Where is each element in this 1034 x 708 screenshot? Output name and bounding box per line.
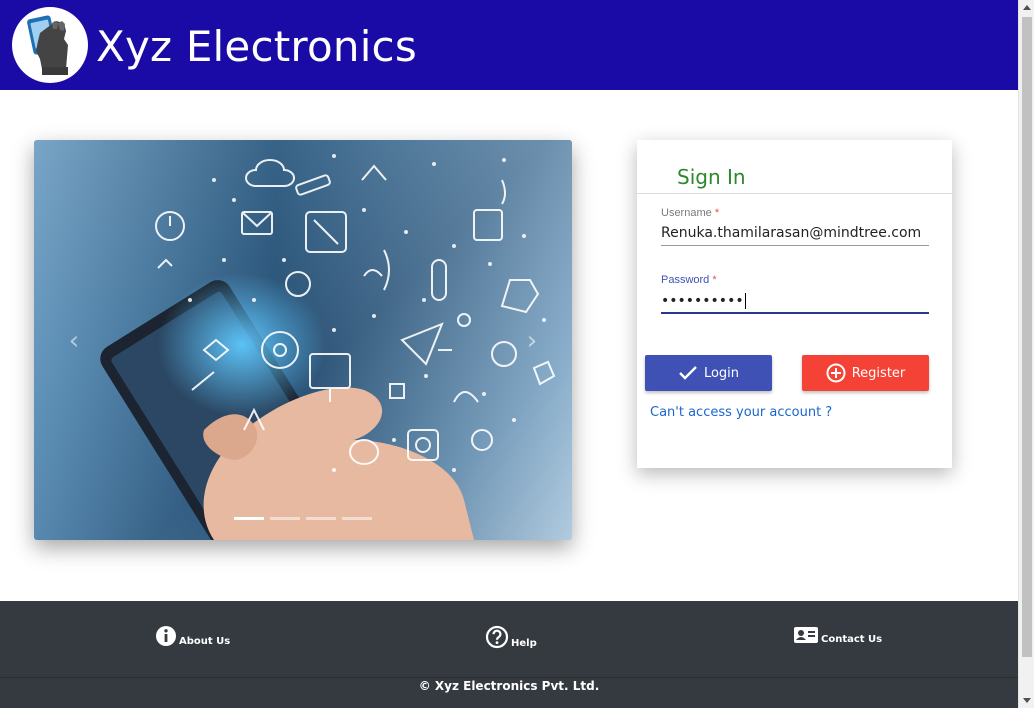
footer-help-label: Help — [511, 638, 537, 649]
password-field[interactable]: •••••••••• — [661, 289, 929, 313]
sign-in-card: Sign In Username * Password * ••••••••••… — [637, 140, 952, 468]
login-button-label: Login — [703, 365, 740, 381]
info-icon — [156, 626, 176, 646]
password-label: Password * — [661, 274, 717, 286]
help-circle-icon — [485, 625, 509, 649]
card-divider — [637, 193, 952, 194]
checkmark-icon — [679, 366, 697, 380]
hand-phone-logo-icon — [27, 15, 68, 75]
footer-contact-link[interactable]: Contact Us — [793, 625, 882, 645]
scrollbar-thumb[interactable] — [1022, 17, 1032, 657]
image-carousel[interactable]: ‹ › — [34, 140, 572, 540]
username-underline — [661, 245, 929, 246]
footer-divider — [0, 677, 1018, 678]
carousel-indicator[interactable] — [306, 517, 336, 520]
contact-card-icon — [794, 627, 818, 643]
carousel-prev-chevron-left-icon[interactable]: ‹ — [60, 326, 88, 356]
password-underline — [661, 312, 929, 314]
plus-circle-icon — [826, 363, 846, 383]
carousel-indicator[interactable] — [270, 517, 300, 520]
register-button-label: Register — [851, 365, 906, 381]
carousel-indicator[interactable] — [342, 517, 372, 520]
forgot-account-link[interactable]: Can't access your account ? — [650, 405, 832, 420]
app-footer: About Us Help Contact Us © Xyz Electroni… — [0, 601, 1018, 708]
brand-title[interactable]: Xyz Electronics — [96, 22, 417, 71]
username-field[interactable] — [661, 221, 929, 245]
footer-about-link[interactable]: About Us — [155, 625, 230, 647]
app-header: Xyz Electronics — [0, 0, 1018, 90]
carousel-next-chevron-right-icon[interactable]: › — [518, 326, 546, 356]
carousel-slide-image — [34, 140, 572, 540]
brand-logo[interactable] — [12, 7, 88, 83]
login-button[interactable]: Login — [645, 355, 772, 391]
register-button[interactable]: Register — [802, 355, 929, 391]
page: Xyz Electronics ‹ › Sign In Username * R… — [0, 0, 1034, 708]
scroll-down-arrow-icon[interactable] — [1023, 698, 1031, 703]
footer-contact-label: Contact Us — [821, 634, 883, 645]
carousel-indicator[interactable] — [234, 517, 264, 520]
footer-help-link[interactable]: Help — [485, 625, 537, 649]
username-label: Username * — [661, 207, 720, 219]
vertical-scrollbar[interactable] — [1018, 0, 1034, 708]
copyright-text: © Xyz Electronics Pvt. Ltd. — [418, 679, 600, 693]
sign-in-title: Sign In — [677, 165, 746, 189]
scroll-up-arrow-icon[interactable] — [1023, 5, 1031, 10]
carousel-indicators — [234, 517, 372, 520]
footer-about-label: About Us — [179, 636, 231, 647]
